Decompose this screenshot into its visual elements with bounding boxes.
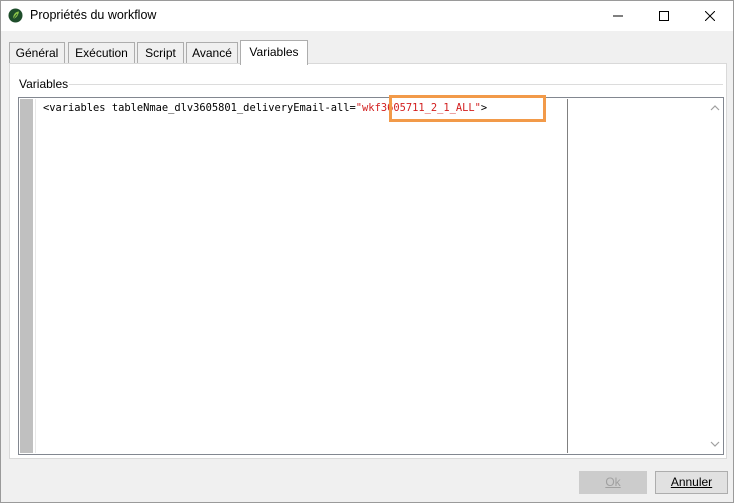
group-divider xyxy=(69,84,723,85)
close-button[interactable] xyxy=(687,1,733,31)
scroll-up-icon[interactable] xyxy=(710,103,720,113)
code-prefix: <variables tableNmae_dlv3605801_delivery… xyxy=(43,102,356,114)
editor-gutter xyxy=(20,99,33,453)
variables-code-editor[interactable]: <variables tableNmae_dlv3605801_delivery… xyxy=(18,97,724,455)
variables-group-label: Variables xyxy=(19,77,72,91)
tab-advanced[interactable]: Avancé xyxy=(186,42,238,63)
minimize-button[interactable] xyxy=(595,1,641,31)
editor-margin-line xyxy=(567,99,568,453)
tab-variables[interactable]: Variables xyxy=(240,40,308,65)
cancel-label: Annuler xyxy=(670,475,713,489)
tab-execution[interactable]: Exécution xyxy=(68,42,135,63)
window-title: Propriétés du workflow xyxy=(30,8,157,22)
maximize-icon xyxy=(659,11,669,21)
vertical-scrollbar[interactable] xyxy=(707,99,723,453)
title-bar[interactable]: Propriétés du workflow xyxy=(1,1,733,31)
gutter-edge xyxy=(33,99,36,453)
tab-script[interactable]: Script xyxy=(137,42,184,63)
cancel-button[interactable]: Annuler xyxy=(655,471,728,494)
highlight-box xyxy=(389,95,546,122)
tab-general[interactable]: Général xyxy=(9,42,65,63)
minimize-icon xyxy=(613,15,623,17)
ok-button[interactable]: Ok xyxy=(579,471,647,494)
scroll-down-icon[interactable] xyxy=(710,439,720,449)
close-icon xyxy=(705,11,715,21)
workflow-properties-dialog: Propriétés du workflow Général Exécution… xyxy=(0,0,734,503)
ok-label: Ok xyxy=(605,475,621,489)
workflow-leaf-icon xyxy=(8,8,23,23)
maximize-button[interactable] xyxy=(641,1,687,31)
